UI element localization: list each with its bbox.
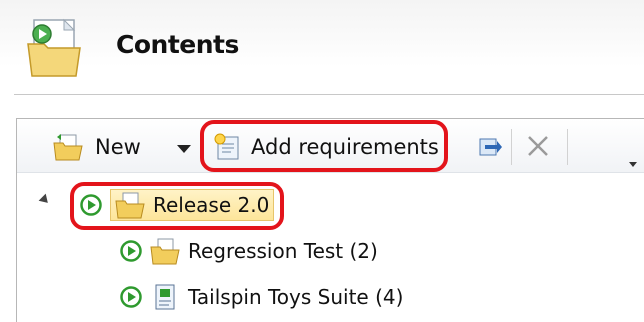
toolbar-separator xyxy=(511,129,512,165)
play-icon xyxy=(120,286,142,308)
toolbar-overflow-icon[interactable] xyxy=(629,162,637,167)
page-title: Contents xyxy=(116,30,239,59)
tree-item-regression-test[interactable]: Regression Test (2) xyxy=(120,234,378,268)
header-divider xyxy=(14,94,644,95)
refresh-icon[interactable] xyxy=(477,133,503,159)
new-button[interactable]: New xyxy=(53,131,141,163)
page-header: Contents xyxy=(0,0,644,96)
new-button-label: New xyxy=(95,135,141,159)
tree-item-label: Tailspin Toys Suite (4) xyxy=(188,285,404,309)
requirement-suite-icon xyxy=(155,284,175,310)
tree-item-label: Regression Test (2) xyxy=(188,239,378,263)
delete-icon[interactable] xyxy=(523,131,553,161)
release-highlight xyxy=(70,182,284,230)
folder-page-icon xyxy=(27,18,81,77)
add-requirements-highlight xyxy=(200,120,448,172)
tree-item-tailspin-toys-suite[interactable]: Tailspin Toys Suite (4) xyxy=(120,280,403,314)
suite-folder-icon xyxy=(150,238,180,265)
play-icon xyxy=(120,240,142,262)
toolbar-separator xyxy=(567,129,568,165)
new-dropdown-arrow-icon[interactable] xyxy=(177,145,191,153)
folder-new-icon xyxy=(53,134,83,161)
